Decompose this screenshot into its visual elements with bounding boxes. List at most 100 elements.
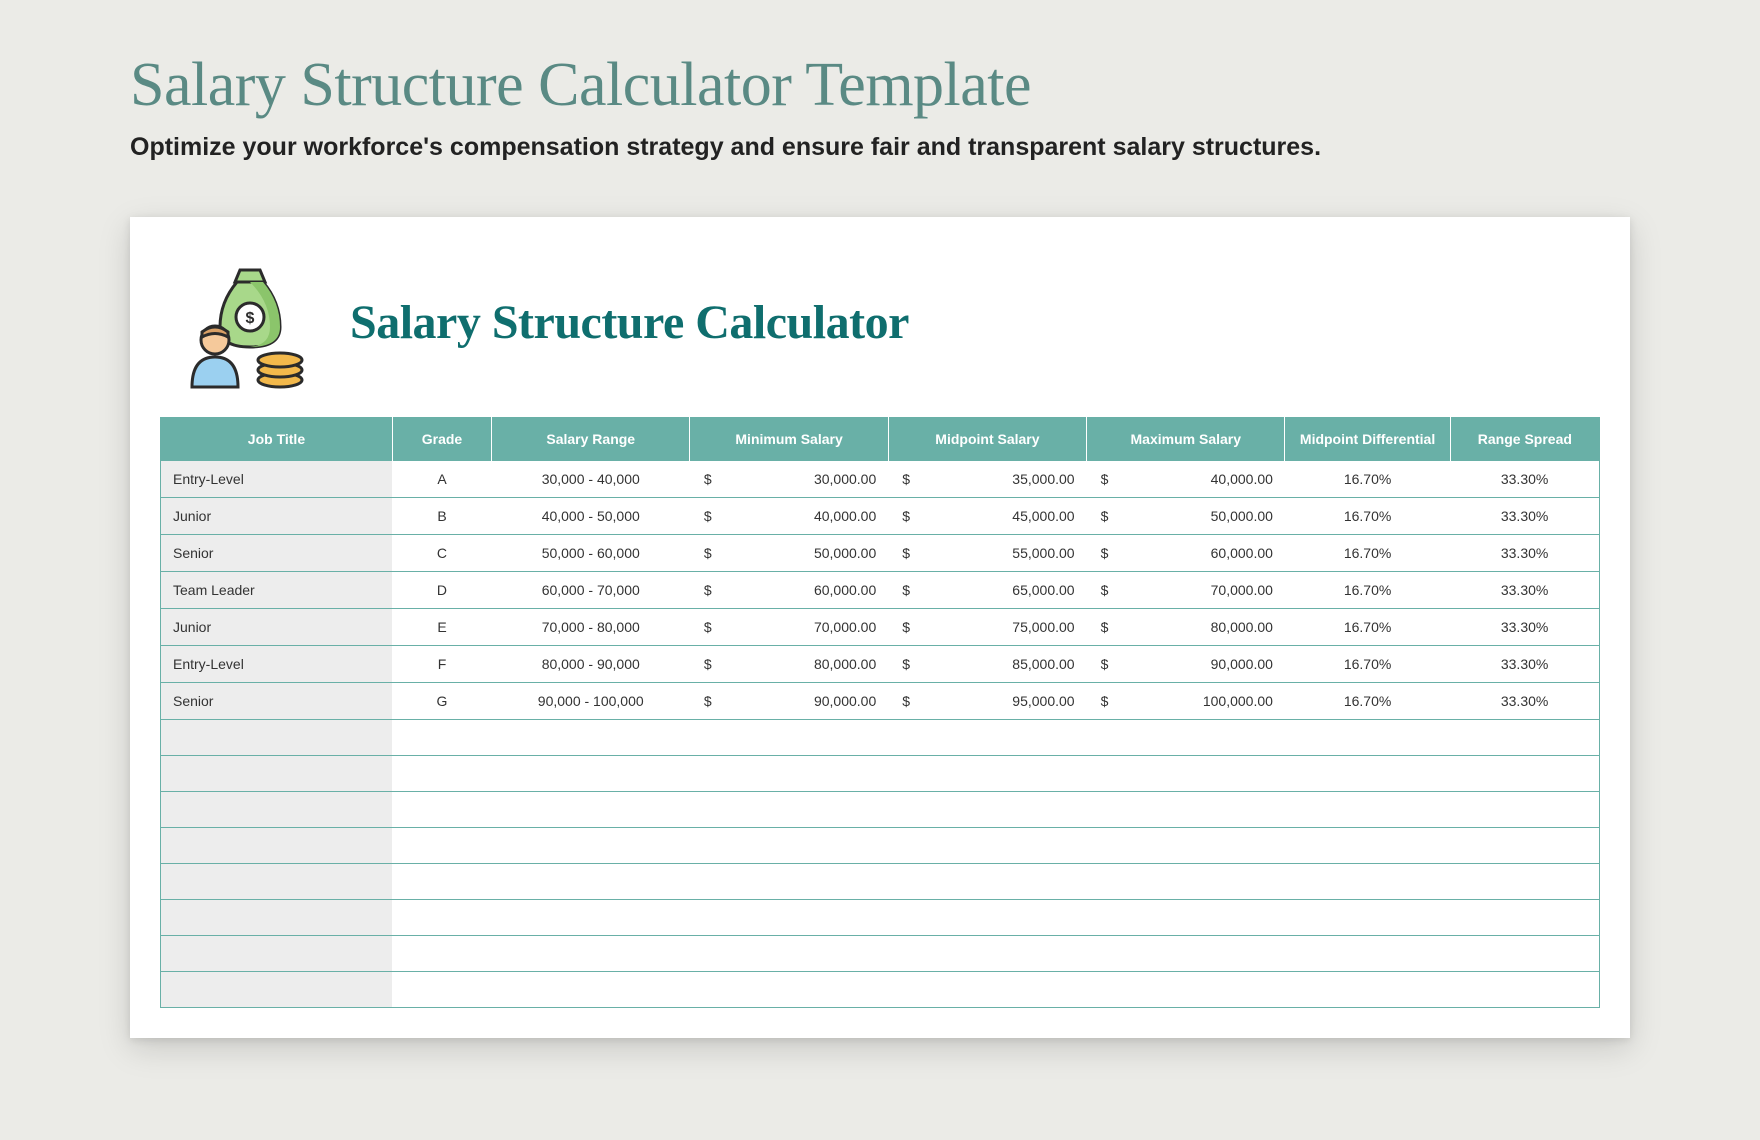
table-row: JuniorB40,000 - 50,000$40,000.00$45,000.… xyxy=(161,498,1599,535)
cell-midpoint-differential: 16.70% xyxy=(1285,646,1450,683)
cell-empty xyxy=(392,972,491,1008)
card-header: $ Salary Structure Calculator xyxy=(160,252,1600,392)
table-row-empty xyxy=(161,792,1599,828)
cell-midpoint-salary: $85,000.00 xyxy=(888,646,1086,683)
cell-midpoint-differential: 16.70% xyxy=(1285,609,1450,646)
cell-empty xyxy=(492,756,690,792)
cell-range-spread: 33.30% xyxy=(1450,461,1599,498)
cell-empty xyxy=(888,972,1086,1008)
cell-empty xyxy=(1450,792,1599,828)
cell-empty xyxy=(1285,972,1450,1008)
cell-salary-range: 90,000 - 100,000 xyxy=(492,683,690,720)
svg-text:$: $ xyxy=(246,310,255,327)
cell-empty xyxy=(888,828,1086,864)
cell-empty xyxy=(161,936,392,972)
page-subtitle: Optimize your workforce's compensation s… xyxy=(130,133,1630,162)
cell-job-title: Junior xyxy=(161,498,392,535)
cell-empty xyxy=(690,864,888,900)
cell-range-spread: 33.30% xyxy=(1450,646,1599,683)
table-row: SeniorG90,000 - 100,000$90,000.00$95,000… xyxy=(161,683,1599,720)
cell-empty xyxy=(690,828,888,864)
cell-empty xyxy=(161,828,392,864)
cell-empty xyxy=(690,756,888,792)
cell-empty xyxy=(1087,828,1285,864)
cell-empty xyxy=(492,792,690,828)
table-row: SeniorC50,000 - 60,000$50,000.00$55,000.… xyxy=(161,535,1599,572)
cell-grade: A xyxy=(392,461,491,498)
cell-midpoint-differential: 16.70% xyxy=(1285,683,1450,720)
cell-salary-range: 30,000 - 40,000 xyxy=(492,461,690,498)
salary-table-wrapper: Job Title Grade Salary Range Minimum Sal… xyxy=(160,417,1600,1008)
table-row-empty xyxy=(161,900,1599,936)
cell-job-title: Senior xyxy=(161,683,392,720)
cell-empty xyxy=(1450,720,1599,756)
cell-empty xyxy=(161,792,392,828)
cell-maximum-salary: $100,000.00 xyxy=(1087,683,1285,720)
col-header-salary-range: Salary Range xyxy=(492,417,690,461)
cell-empty xyxy=(161,900,392,936)
cell-empty xyxy=(161,756,392,792)
cell-empty xyxy=(1087,756,1285,792)
col-header-grade: Grade xyxy=(392,417,491,461)
cell-empty xyxy=(392,720,491,756)
table-row: JuniorE70,000 - 80,000$70,000.00$75,000.… xyxy=(161,609,1599,646)
cell-minimum-salary: $50,000.00 xyxy=(690,535,888,572)
cell-maximum-salary: $40,000.00 xyxy=(1087,461,1285,498)
cell-empty xyxy=(492,864,690,900)
cell-midpoint-salary: $75,000.00 xyxy=(888,609,1086,646)
cell-empty xyxy=(1450,972,1599,1008)
cell-job-title: Senior xyxy=(161,535,392,572)
cell-midpoint-differential: 16.70% xyxy=(1285,535,1450,572)
cell-salary-range: 40,000 - 50,000 xyxy=(492,498,690,535)
cell-job-title: Team Leader xyxy=(161,572,392,609)
cell-maximum-salary: $70,000.00 xyxy=(1087,572,1285,609)
table-row-empty xyxy=(161,828,1599,864)
cell-empty xyxy=(1087,900,1285,936)
cell-empty xyxy=(1285,900,1450,936)
cell-job-title: Entry-Level xyxy=(161,646,392,683)
cell-empty xyxy=(1450,936,1599,972)
col-header-midpoint-salary: Midpoint Salary xyxy=(888,417,1086,461)
cell-empty xyxy=(1087,936,1285,972)
salary-table: Job Title Grade Salary Range Minimum Sal… xyxy=(161,417,1599,1008)
cell-grade: C xyxy=(392,535,491,572)
cell-empty xyxy=(888,720,1086,756)
cell-maximum-salary: $60,000.00 xyxy=(1087,535,1285,572)
cell-range-spread: 33.30% xyxy=(1450,535,1599,572)
cell-midpoint-salary: $55,000.00 xyxy=(888,535,1086,572)
table-row-empty xyxy=(161,972,1599,1008)
cell-empty xyxy=(1450,900,1599,936)
cell-empty xyxy=(1087,792,1285,828)
cell-maximum-salary: $90,000.00 xyxy=(1087,646,1285,683)
cell-grade: F xyxy=(392,646,491,683)
cell-empty xyxy=(161,864,392,900)
table-row: Entry-LevelF80,000 - 90,000$80,000.00$85… xyxy=(161,646,1599,683)
cell-maximum-salary: $50,000.00 xyxy=(1087,498,1285,535)
cell-empty xyxy=(392,792,491,828)
cell-salary-range: 80,000 - 90,000 xyxy=(492,646,690,683)
cell-midpoint-salary: $35,000.00 xyxy=(888,461,1086,498)
cell-range-spread: 33.30% xyxy=(1450,498,1599,535)
cell-range-spread: 33.30% xyxy=(1450,609,1599,646)
cell-empty xyxy=(888,756,1086,792)
cell-empty xyxy=(888,792,1086,828)
table-row-empty xyxy=(161,864,1599,900)
table-row-empty xyxy=(161,756,1599,792)
cell-empty xyxy=(492,972,690,1008)
cell-minimum-salary: $30,000.00 xyxy=(690,461,888,498)
cell-empty xyxy=(1285,720,1450,756)
cell-empty xyxy=(1285,756,1450,792)
cell-empty xyxy=(1285,828,1450,864)
cell-empty xyxy=(492,900,690,936)
cell-empty xyxy=(392,900,491,936)
col-header-job-title: Job Title xyxy=(161,417,392,461)
cell-empty xyxy=(492,828,690,864)
cell-empty xyxy=(1087,720,1285,756)
cell-range-spread: 33.30% xyxy=(1450,683,1599,720)
col-header-midpoint-differential: Midpoint Differential xyxy=(1285,417,1450,461)
cell-empty xyxy=(888,864,1086,900)
cell-minimum-salary: $60,000.00 xyxy=(690,572,888,609)
cell-minimum-salary: $70,000.00 xyxy=(690,609,888,646)
cell-empty xyxy=(1285,936,1450,972)
cell-midpoint-differential: 16.70% xyxy=(1285,498,1450,535)
